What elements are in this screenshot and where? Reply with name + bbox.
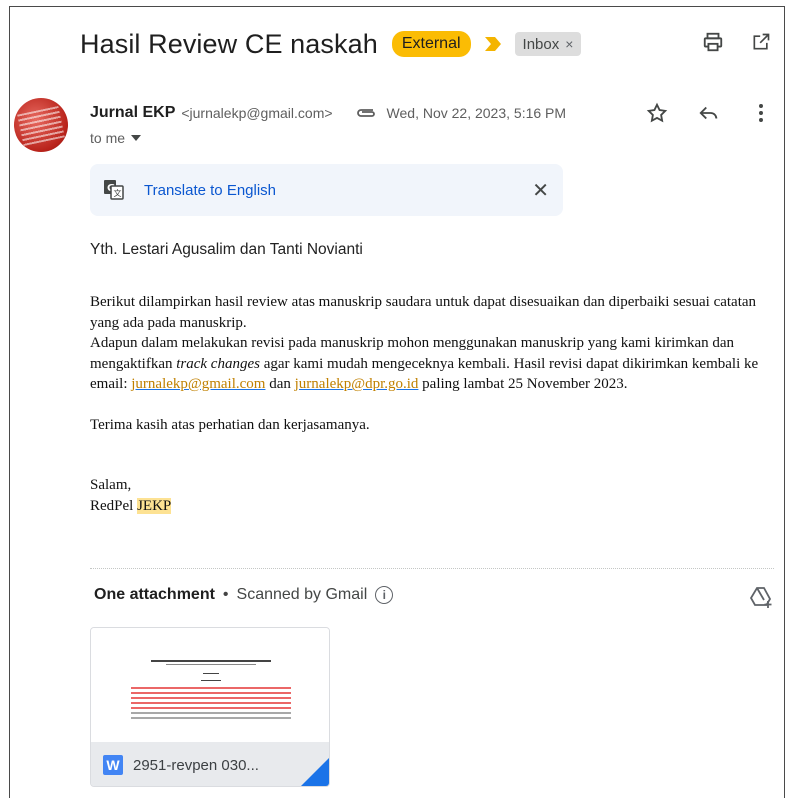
dropdown-icon [131,135,142,141]
attachment-filename: 2951-revpen 030... [133,756,259,774]
recipients-toggle[interactable]: to me [90,130,142,146]
paperclip-icon [356,109,375,117]
more-options-button[interactable] [749,101,773,125]
preview-line [131,702,291,704]
preview-line [166,664,256,665]
translate-icon: G 文 [104,180,124,200]
email-subject: Hasil Review CE naskah [80,28,378,59]
attachment-card[interactable]: W 2951-revpen 030... [90,627,330,787]
thread-actions [701,30,773,54]
email-link-gmail[interactable]: jurnalekp@gmail.com [131,376,265,392]
print-button[interactable] [701,30,725,54]
signature-highlight: JEKP [137,497,172,514]
more-vert-icon [759,104,763,122]
subject-row: Hasil Review CE naskah External Inbox × [80,24,582,64]
attachments-divider [90,568,774,569]
preview-line [203,673,219,674]
remove-label-icon[interactable]: × [565,36,573,52]
message-actions [645,101,773,125]
sender-name[interactable]: Jurnal EKP [90,104,175,122]
preview-line [131,712,291,714]
add-to-drive-button[interactable] [749,584,775,610]
preview-line [151,660,271,662]
reply-button[interactable] [697,101,721,125]
attachments-title: One attachment [94,586,215,603]
info-icon[interactable]: i [375,586,394,604]
star-button[interactable] [645,101,669,125]
email-link-dpr[interactable]: jurnalekp@dpr.go.id [295,376,419,392]
svg-text:文: 文 [114,188,122,198]
translate-link[interactable]: Translate to English [144,182,276,199]
label-inbox[interactable]: Inbox × [514,32,582,56]
body-paragraph-1: Berikut dilampirkan hasil review atas ma… [90,294,757,331]
body-paragraph-3: Terima kasih atas perhatian dan kerjasam… [90,416,370,433]
email-body: Berikut dilampirkan hasil review atas ma… [90,292,770,516]
sender-avatar[interactable] [14,98,68,152]
sender-email: <jurnalekp@gmail.com> [181,105,333,121]
label-external[interactable]: External [391,31,471,57]
p2-emphasis: track changes [176,355,260,372]
add-to-drive-icon [749,587,772,608]
preview-line [131,697,291,699]
label-inbox-text: Inbox [522,35,560,53]
p2-and: dan [265,376,295,392]
preview-line [131,692,291,694]
close-icon[interactable]: ✕ [532,178,549,203]
print-icon [703,32,723,52]
attachments-header: One attachment • Scanned by Gmail i [94,586,394,604]
p2-text-c: paling lambat 25 November 2023. [418,376,628,392]
email-greeting: Yth. Lestari Agusalim dan Tanti Novianti [90,241,363,258]
preview-line [131,707,291,709]
attachments-dot: • [222,586,229,603]
open-new-window-button[interactable] [749,30,773,54]
open-in-new-icon [753,33,770,50]
reply-icon [699,106,718,120]
attachment-footer: W 2951-revpen 030... [91,742,329,786]
attachment-corner-fold [301,758,329,786]
preview-line [131,717,291,719]
signature-prefix: RedPel [90,497,138,514]
word-file-icon: W [103,755,123,775]
body-paragraph-2: Adapun dalam melakukan revisi pada manus… [90,333,770,395]
closing-salutation: Salam, [90,477,132,493]
avatar-pattern [17,105,65,147]
translate-banner: G 文 Translate to English ✕ [90,164,563,216]
star-icon [646,102,668,123]
preview-line [201,680,221,681]
preview-line [131,687,291,689]
scanned-by-gmail: Scanned by Gmail [236,586,368,603]
importance-marker-icon[interactable] [484,37,501,51]
email-date: Wed, Nov 22, 2023, 5:16 PM [386,105,567,121]
recipient-text: to me [90,130,126,146]
sender-row: Jurnal EKP <jurnalekp@gmail.com> Wed, No… [90,101,773,125]
attachment-preview [91,628,329,742]
signature: RedPel JEKP [90,496,770,517]
